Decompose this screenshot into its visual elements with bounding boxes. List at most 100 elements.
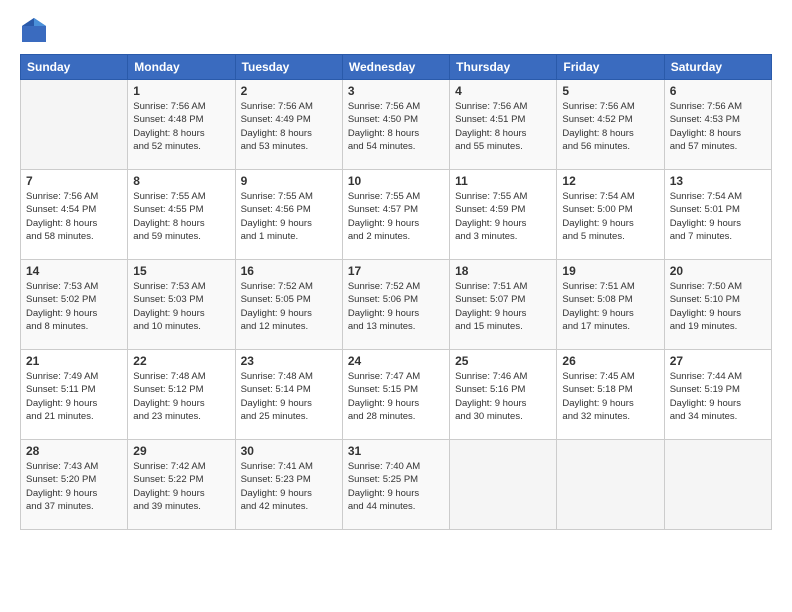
day-info: Sunrise: 7:49 AMSunset: 5:11 PMDaylight:… bbox=[26, 370, 122, 423]
day-number: 1 bbox=[133, 84, 229, 98]
day-number: 9 bbox=[241, 174, 337, 188]
day-cell: 27 Sunrise: 7:44 AMSunset: 5:19 PMDayligh… bbox=[664, 350, 771, 440]
day-info: Sunrise: 7:52 AMSunset: 5:05 PMDaylight:… bbox=[241, 280, 337, 333]
day-cell: 20Sunrise: 7:50 AMSunset: 5:10 PMDayligh… bbox=[664, 260, 771, 350]
day-number: 25 bbox=[455, 354, 551, 368]
day-info: Sunrise: 7:40 AMSunset: 5:25 PMDaylight:… bbox=[348, 460, 444, 513]
day-cell: 26 Sunrise: 7:45 AMSunset: 5:18 PMDayligh… bbox=[557, 350, 664, 440]
day-info: Sunrise: 7:55 AMSunset: 4:59 PMDaylight:… bbox=[455, 190, 551, 243]
day-info: Sunrise: 7:56 AMSunset: 4:54 PMDaylight:… bbox=[26, 190, 122, 243]
week-row-5: 28 Sunrise: 7:43 AMSunset: 5:20 PMDayligh… bbox=[21, 440, 772, 530]
day-info: Sunrise: 7:44 AMSunset: 5:19 PMDaylight:… bbox=[670, 370, 766, 423]
day-cell: 1 Sunrise: 7:56 AMSunset: 4:48 PMDaylight… bbox=[128, 80, 235, 170]
day-info: Sunrise: 7:55 AMSunset: 4:55 PMDaylight:… bbox=[133, 190, 229, 243]
day-number: 8 bbox=[133, 174, 229, 188]
day-info: Sunrise: 7:55 AMSunset: 4:56 PMDaylight:… bbox=[241, 190, 337, 243]
day-number: 28 bbox=[26, 444, 122, 458]
day-info: Sunrise: 7:41 AMSunset: 5:23 PMDaylight:… bbox=[241, 460, 337, 513]
day-info: Sunrise: 7:51 AMSunset: 5:07 PMDaylight:… bbox=[455, 280, 551, 333]
day-cell: 29Sunrise: 7:42 AMSunset: 5:22 PMDayligh… bbox=[128, 440, 235, 530]
day-number: 24 bbox=[348, 354, 444, 368]
day-cell: 9 Sunrise: 7:55 AMSunset: 4:56 PMDaylight… bbox=[235, 170, 342, 260]
day-cell: 28 Sunrise: 7:43 AMSunset: 5:20 PMDayligh… bbox=[21, 440, 128, 530]
day-info: Sunrise: 7:47 AMSunset: 5:15 PMDaylight:… bbox=[348, 370, 444, 423]
day-cell: 31 Sunrise: 7:40 AMSunset: 5:25 PMDayligh… bbox=[342, 440, 449, 530]
col-header-friday: Friday bbox=[557, 55, 664, 80]
day-number: 11 bbox=[455, 174, 551, 188]
day-cell: 5 Sunrise: 7:56 AMSunset: 4:52 PMDaylight… bbox=[557, 80, 664, 170]
day-info: Sunrise: 7:56 AMSunset: 4:52 PMDaylight:… bbox=[562, 100, 658, 153]
day-cell: 8 Sunrise: 7:55 AMSunset: 4:55 PMDaylight… bbox=[128, 170, 235, 260]
header bbox=[20, 16, 772, 44]
day-info: Sunrise: 7:48 AMSunset: 5:12 PMDaylight:… bbox=[133, 370, 229, 423]
col-header-saturday: Saturday bbox=[664, 55, 771, 80]
day-cell: 14 Sunrise: 7:53 AMSunset: 5:02 PMDayligh… bbox=[21, 260, 128, 350]
day-number: 12 bbox=[562, 174, 658, 188]
day-cell: 18 Sunrise: 7:51 AMSunset: 5:07 PMDayligh… bbox=[450, 260, 557, 350]
day-number: 4 bbox=[455, 84, 551, 98]
day-number: 26 bbox=[562, 354, 658, 368]
week-row-2: 7 Sunrise: 7:56 AMSunset: 4:54 PMDaylight… bbox=[21, 170, 772, 260]
day-number: 5 bbox=[562, 84, 658, 98]
day-cell: 10 Sunrise: 7:55 AMSunset: 4:57 PMDayligh… bbox=[342, 170, 449, 260]
day-cell: 24 Sunrise: 7:47 AMSunset: 5:15 PMDayligh… bbox=[342, 350, 449, 440]
day-info: Sunrise: 7:55 AMSunset: 4:57 PMDaylight:… bbox=[348, 190, 444, 243]
day-number: 10 bbox=[348, 174, 444, 188]
day-info: Sunrise: 7:56 AMSunset: 4:49 PMDaylight:… bbox=[241, 100, 337, 153]
day-number: 7 bbox=[26, 174, 122, 188]
day-number: 13 bbox=[670, 174, 766, 188]
day-cell bbox=[664, 440, 771, 530]
day-info: Sunrise: 7:56 AMSunset: 4:50 PMDaylight:… bbox=[348, 100, 444, 153]
day-number: 3 bbox=[348, 84, 444, 98]
day-cell: 19 Sunrise: 7:51 AMSunset: 5:08 PMDayligh… bbox=[557, 260, 664, 350]
col-header-tuesday: Tuesday bbox=[235, 55, 342, 80]
day-cell bbox=[21, 80, 128, 170]
calendar-container: SundayMondayTuesdayWednesdayThursdayFrid… bbox=[0, 0, 792, 540]
day-number: 17 bbox=[348, 264, 444, 278]
day-number: 6 bbox=[670, 84, 766, 98]
day-number: 15 bbox=[133, 264, 229, 278]
header-row: SundayMondayTuesdayWednesdayThursdayFrid… bbox=[21, 55, 772, 80]
day-cell: 16Sunrise: 7:52 AMSunset: 5:05 PMDayligh… bbox=[235, 260, 342, 350]
day-info: Sunrise: 7:48 AMSunset: 5:14 PMDaylight:… bbox=[241, 370, 337, 423]
day-cell: 7 Sunrise: 7:56 AMSunset: 4:54 PMDaylight… bbox=[21, 170, 128, 260]
week-row-1: 1 Sunrise: 7:56 AMSunset: 4:48 PMDaylight… bbox=[21, 80, 772, 170]
day-info: Sunrise: 7:45 AMSunset: 5:18 PMDaylight:… bbox=[562, 370, 658, 423]
day-cell: 11 Sunrise: 7:55 AMSunset: 4:59 PMDayligh… bbox=[450, 170, 557, 260]
day-number: 23 bbox=[241, 354, 337, 368]
day-info: Sunrise: 7:53 AMSunset: 5:02 PMDaylight:… bbox=[26, 280, 122, 333]
day-info: Sunrise: 7:50 AMSunset: 5:10 PMDaylight:… bbox=[670, 280, 766, 333]
week-row-3: 14 Sunrise: 7:53 AMSunset: 5:02 PMDayligh… bbox=[21, 260, 772, 350]
day-cell: 15 Sunrise: 7:53 AMSunset: 5:03 PMDayligh… bbox=[128, 260, 235, 350]
col-header-sunday: Sunday bbox=[21, 55, 128, 80]
day-cell: 2 Sunrise: 7:56 AMSunset: 4:49 PMDaylight… bbox=[235, 80, 342, 170]
day-info: Sunrise: 7:54 AMSunset: 5:00 PMDaylight:… bbox=[562, 190, 658, 243]
day-number: 14 bbox=[26, 264, 122, 278]
col-header-thursday: Thursday bbox=[450, 55, 557, 80]
day-number: 27 bbox=[670, 354, 766, 368]
day-number: 22 bbox=[133, 354, 229, 368]
day-info: Sunrise: 7:56 AMSunset: 4:53 PMDaylight:… bbox=[670, 100, 766, 153]
calendar-table: SundayMondayTuesdayWednesdayThursdayFrid… bbox=[20, 54, 772, 530]
day-info: Sunrise: 7:56 AMSunset: 4:51 PMDaylight:… bbox=[455, 100, 551, 153]
day-number: 31 bbox=[348, 444, 444, 458]
day-info: Sunrise: 7:42 AMSunset: 5:22 PMDaylight:… bbox=[133, 460, 229, 513]
logo-icon bbox=[20, 16, 48, 44]
day-number: 19 bbox=[562, 264, 658, 278]
day-info: Sunrise: 7:43 AMSunset: 5:20 PMDaylight:… bbox=[26, 460, 122, 513]
day-number: 18 bbox=[455, 264, 551, 278]
day-cell: 22 Sunrise: 7:48 AMSunset: 5:12 PMDayligh… bbox=[128, 350, 235, 440]
day-cell: 4 Sunrise: 7:56 AMSunset: 4:51 PMDaylight… bbox=[450, 80, 557, 170]
week-row-4: 21Sunrise: 7:49 AMSunset: 5:11 PMDayligh… bbox=[21, 350, 772, 440]
col-header-monday: Monday bbox=[128, 55, 235, 80]
day-info: Sunrise: 7:54 AMSunset: 5:01 PMDaylight:… bbox=[670, 190, 766, 243]
day-cell: 3 Sunrise: 7:56 AMSunset: 4:50 PMDaylight… bbox=[342, 80, 449, 170]
day-number: 2 bbox=[241, 84, 337, 98]
day-info: Sunrise: 7:53 AMSunset: 5:03 PMDaylight:… bbox=[133, 280, 229, 333]
col-header-wednesday: Wednesday bbox=[342, 55, 449, 80]
day-cell: 30Sunrise: 7:41 AMSunset: 5:23 PMDayligh… bbox=[235, 440, 342, 530]
day-cell: 13 Sunrise: 7:54 AMSunset: 5:01 PMDayligh… bbox=[664, 170, 771, 260]
day-info: Sunrise: 7:56 AMSunset: 4:48 PMDaylight:… bbox=[133, 100, 229, 153]
day-info: Sunrise: 7:51 AMSunset: 5:08 PMDaylight:… bbox=[562, 280, 658, 333]
day-info: Sunrise: 7:52 AMSunset: 5:06 PMDaylight:… bbox=[348, 280, 444, 333]
